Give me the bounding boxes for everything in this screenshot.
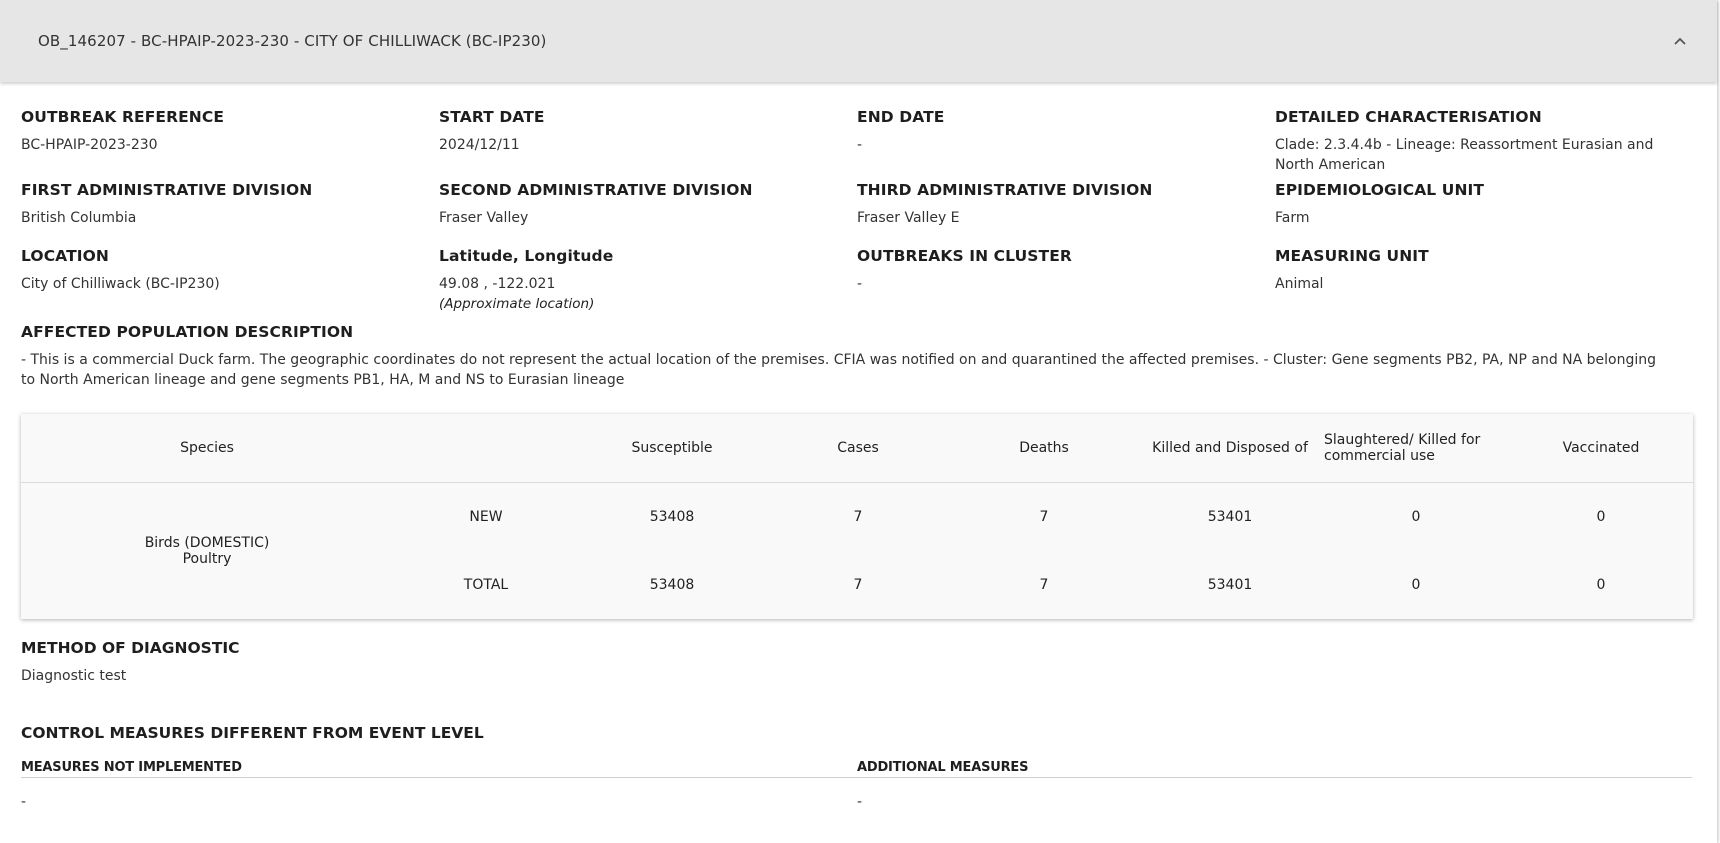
location-label: LOCATION: [21, 247, 109, 265]
control-measures-section: CONTROL MEASURES DIFFERENT FROM EVENT LE…: [21, 724, 1692, 812]
start-date-value: 2024/12/11: [439, 137, 520, 153]
end-date-value: -: [857, 137, 863, 153]
row-type-cell: NEW: [469, 509, 503, 525]
second-admin-division-label: SECOND ADMINISTRATIVE DIVISION: [439, 181, 753, 199]
killed-disposed-header: Killed and Disposed of: [1137, 414, 1324, 483]
location-value: City of Chilliwack (BC-IP230): [21, 276, 220, 292]
first-admin-division-label: FIRST ADMINISTRATIVE DIVISION: [21, 181, 313, 199]
deaths-cell: 7: [1039, 509, 1049, 525]
vaccinated-cell: 0: [1596, 577, 1606, 593]
susceptible-cell: 53408: [649, 577, 695, 593]
additional-measures-label: ADDITIONAL MEASURES: [857, 760, 1029, 775]
vaccinated-header: Vaccinated: [1509, 414, 1694, 483]
species-table-card: Species Susceptible Cases Deaths Killed …: [21, 414, 1694, 619]
lat-long-value: 49.08 , -122.021: [439, 276, 556, 292]
vaccinated-cell: 0: [1596, 509, 1606, 525]
slaughtered-header: Slaughtered/ Killed for commercial use: [1323, 414, 1510, 483]
outbreak-reference-label: OUTBREAK REFERENCE: [21, 108, 225, 126]
third-admin-division-value: Fraser Valley E: [857, 210, 960, 226]
cases-header: Cases: [765, 414, 952, 483]
method-of-diagnostic-field: METHOD OF DIAGNOSTIC Diagnostic test: [21, 639, 1692, 686]
epidemiological-unit-value: Farm: [1275, 210, 1310, 226]
affected-population-label: AFFECTED POPULATION DESCRIPTION: [21, 323, 354, 341]
susceptible-cell: 53408: [649, 509, 695, 525]
measuring-unit-label: MEASURING UNIT: [1275, 247, 1429, 265]
location-field: LOCATION City of Chilliwack (BC-IP230): [21, 247, 439, 314]
detailed-characterisation-value: Clade: 2.3.4.4b - Lineage: Reassortment …: [1275, 137, 1654, 173]
measures-not-implemented-label: MEASURES NOT IMPLEMENTED: [21, 760, 242, 775]
killed-disposed-cell: 53401: [1207, 577, 1253, 593]
killed-disposed-cell: 53401: [1207, 509, 1253, 525]
end-date-label: END DATE: [857, 108, 945, 126]
start-date-field: START DATE 2024/12/11: [439, 108, 857, 175]
additional-measures-value: -: [857, 794, 863, 810]
measures-not-implemented-value: -: [21, 794, 27, 810]
cases-cell: 7: [853, 577, 863, 593]
control-measures-values: - -: [21, 792, 1692, 812]
details-grid: OUTBREAK REFERENCE BC-HPAIP-2023-230 STA…: [21, 108, 1692, 320]
method-of-diagnostic-label: METHOD OF DIAGNOSTIC: [21, 639, 240, 657]
lat-long-field: Latitude, Longitude 49.08 , -122.021 (Ap…: [439, 247, 857, 314]
epidemiological-unit-field: EPIDEMIOLOGICAL UNIT Farm: [1275, 181, 1695, 241]
end-date-field: END DATE -: [857, 108, 1275, 175]
chevron-up-icon: [1674, 37, 1686, 45]
affected-population-field: AFFECTED POPULATION DESCRIPTION - This i…: [21, 323, 1692, 390]
lat-long-label: Latitude, Longitude: [439, 247, 614, 265]
detailed-characterisation-field: DETAILED CHARACTERISATION Clade: 2.3.4.4…: [1275, 108, 1695, 175]
outbreak-reference-field: OUTBREAK REFERENCE BC-HPAIP-2023-230: [21, 108, 439, 175]
detailed-characterisation-label: DETAILED CHARACTERISATION: [1275, 108, 1542, 126]
measuring-unit-value: Animal: [1275, 276, 1324, 292]
slaughtered-cell: 0: [1411, 577, 1421, 593]
third-admin-division-field: THIRD ADMINISTRATIVE DIVISION Fraser Val…: [857, 181, 1275, 241]
second-admin-division-value: Fraser Valley: [439, 210, 529, 226]
slaughtered-cell: 0: [1411, 509, 1421, 525]
first-admin-division-field: FIRST ADMINISTRATIVE DIVISION British Co…: [21, 181, 439, 241]
second-admin-division-field: SECOND ADMINISTRATIVE DIVISION Fraser Va…: [439, 181, 857, 241]
species-header: Species: [21, 414, 394, 483]
susceptible-header: Susceptible: [579, 414, 766, 483]
outbreaks-in-cluster-label: OUTBREAKS IN CLUSTER: [857, 247, 1072, 265]
cases-cell: 7: [853, 509, 863, 525]
outbreak-reference-value: BC-HPAIP-2023-230: [21, 137, 158, 153]
outbreaks-in-cluster-field: OUTBREAKS IN CLUSTER -: [857, 247, 1275, 314]
species-cell: Birds (DOMESTIC) Poultry: [21, 483, 393, 620]
table-row: Birds (DOMESTIC) Poultry NEW 53408 7 7 5…: [21, 483, 1693, 567]
outbreaks-in-cluster-value: -: [857, 276, 863, 292]
measuring-unit-field: MEASURING UNIT Animal: [1275, 247, 1695, 314]
control-measures-title: CONTROL MEASURES DIFFERENT FROM EVENT LE…: [21, 724, 484, 742]
outbreak-panel: OB_146207 - BC-HPAIP-2023-230 - CITY OF …: [0, 0, 1717, 843]
third-admin-division-label: THIRD ADMINISTRATIVE DIVISION: [857, 181, 1153, 199]
panel-title: OB_146207 - BC-HPAIP-2023-230 - CITY OF …: [38, 32, 547, 50]
method-of-diagnostic-value: Diagnostic test: [21, 668, 127, 684]
table-header-row: Species Susceptible Cases Deaths Killed …: [21, 414, 1694, 483]
affected-population-value: - This is a commercial Duck farm. The ge…: [21, 352, 1657, 388]
deaths-cell: 7: [1039, 577, 1049, 593]
row-type-cell: TOTAL: [463, 577, 509, 593]
species-line-1: Birds (DOMESTIC): [144, 535, 270, 551]
panel-content: OUTBREAK REFERENCE BC-HPAIP-2023-230 STA…: [0, 82, 1717, 812]
deaths-header: Deaths: [951, 414, 1138, 483]
panel-header[interactable]: OB_146207 - BC-HPAIP-2023-230 - CITY OF …: [0, 0, 1717, 82]
start-date-label: START DATE: [439, 108, 545, 126]
collapse-button[interactable]: [1665, 26, 1695, 56]
approximate-location-note: (Approximate location): [439, 296, 595, 312]
spacer-header: [393, 414, 580, 483]
control-measures-headers: MEASURES NOT IMPLEMENTED ADDITIONAL MEAS…: [21, 760, 1692, 778]
species-line-2: Poultry: [182, 551, 232, 567]
first-admin-division-value: British Columbia: [21, 210, 137, 226]
epidemiological-unit-label: EPIDEMIOLOGICAL UNIT: [1275, 181, 1485, 199]
species-table: Species Susceptible Cases Deaths Killed …: [21, 414, 1694, 619]
